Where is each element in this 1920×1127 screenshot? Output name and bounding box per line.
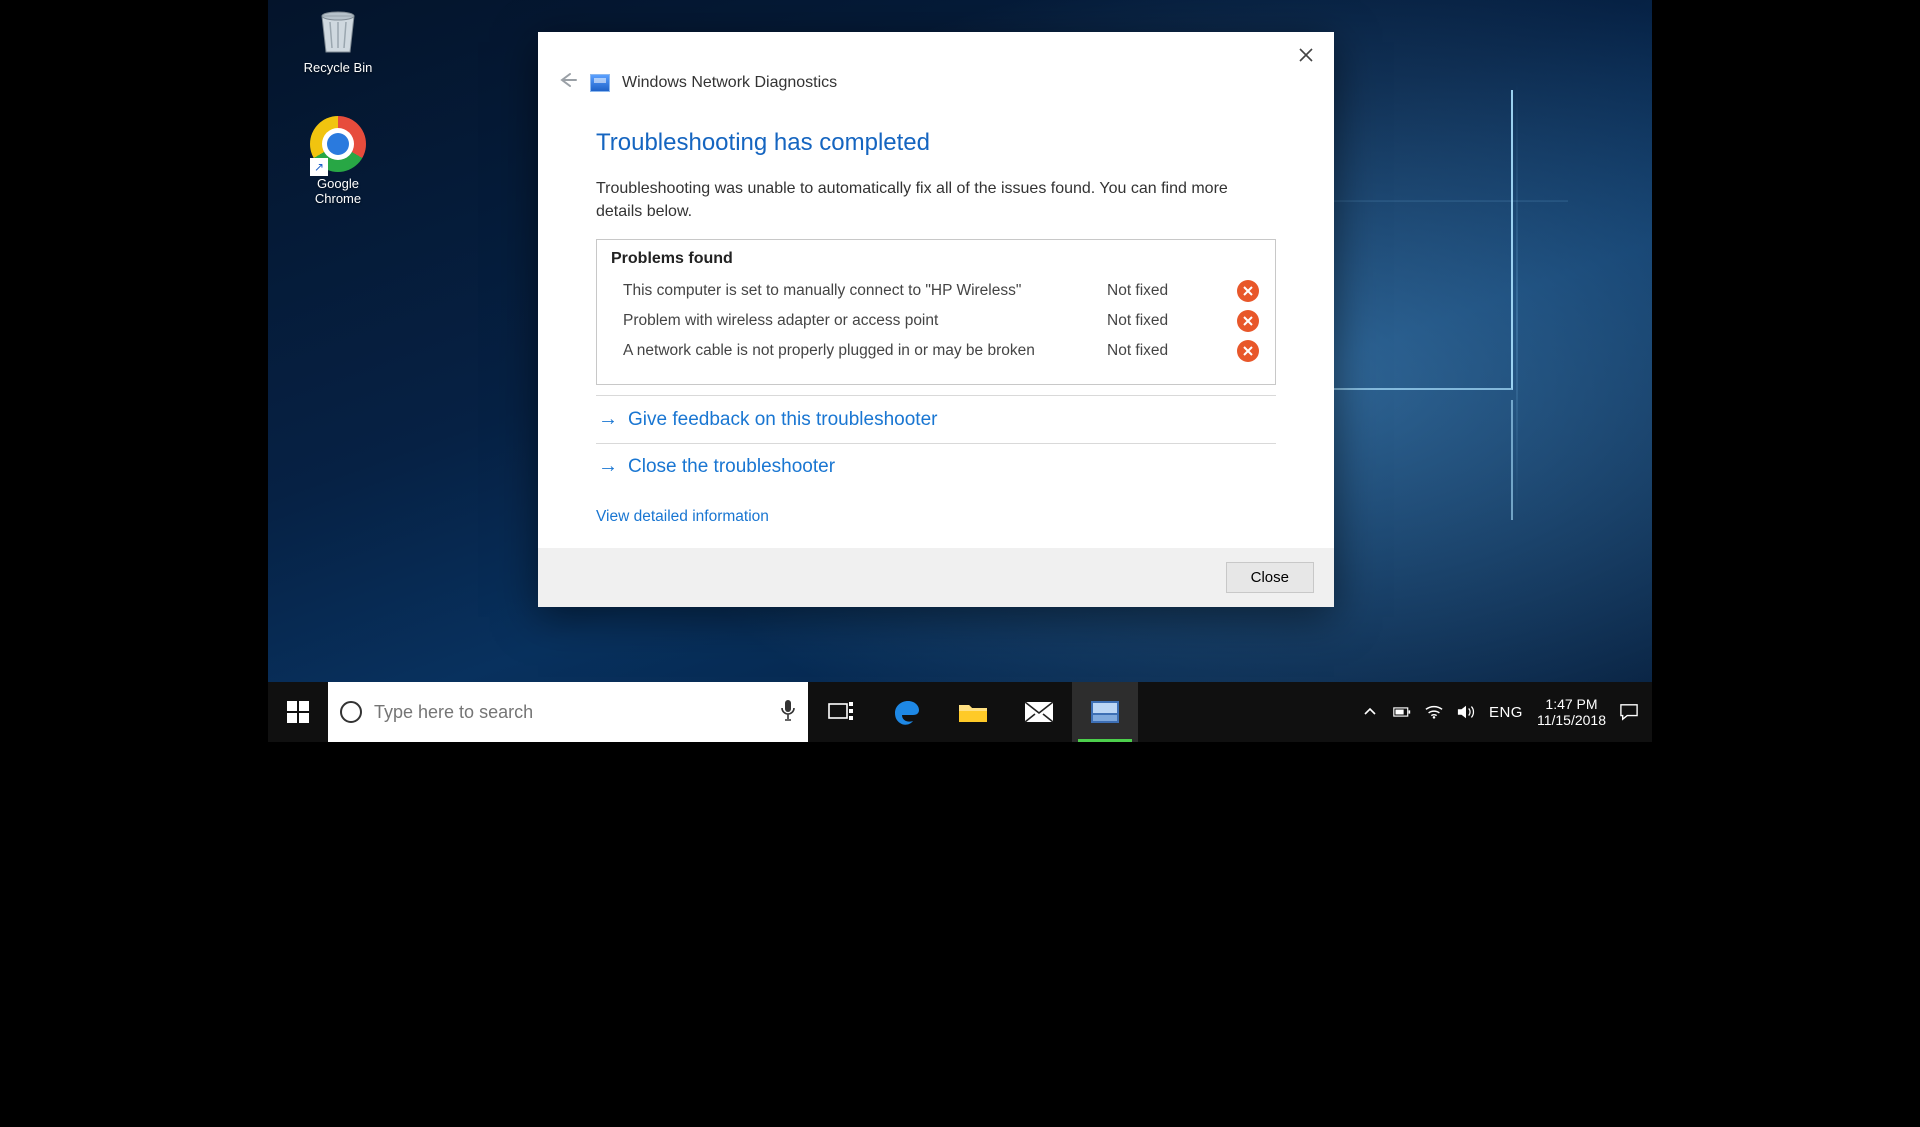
troubleshooter-app-icon <box>590 74 610 92</box>
taskbar-app-network-diagnostics[interactable] <box>1072 682 1138 742</box>
windows-logo-icon <box>287 701 309 723</box>
back-button[interactable] <box>558 72 578 93</box>
tray-expand-icon[interactable] <box>1361 703 1379 721</box>
battery-icon[interactable] <box>1393 703 1411 721</box>
shortcut-arrow-icon: ↗ <box>310 158 328 176</box>
problem-status: Not fixed <box>1107 282 1237 300</box>
error-icon <box>1237 340 1259 362</box>
system-tray: ENG 1:47 PM 11/15/2018 <box>1347 682 1652 742</box>
view-detailed-info-link[interactable]: View detailed information <box>596 508 1276 526</box>
link-label: Close the troubleshooter <box>628 456 835 478</box>
taskbar-clock[interactable]: 1:47 PM 11/15/2018 <box>1537 696 1606 728</box>
problem-description: A network cable is not properly plugged … <box>613 342 1107 360</box>
mail-icon <box>1024 701 1054 723</box>
arrow-right-icon: → <box>598 408 618 431</box>
problems-heading: Problems found <box>611 250 1261 268</box>
problem-status: Not fixed <box>1107 312 1237 330</box>
close-button[interactable]: Close <box>1226 562 1314 593</box>
close-icon <box>1299 48 1313 62</box>
search-input[interactable] <box>374 702 768 723</box>
back-arrow-icon <box>558 72 578 88</box>
taskbar: ENG 1:47 PM 11/15/2018 <box>268 682 1652 742</box>
edge-icon <box>892 697 922 727</box>
chrome-icon: ↗ <box>310 116 366 172</box>
dialog-lead-text: Troubleshooting was unable to automatica… <box>596 177 1276 223</box>
problem-row: Problem with wireless adapter or access … <box>611 306 1261 336</box>
problem-description: This computer is set to manually connect… <box>613 282 1107 300</box>
dialog-heading: Troubleshooting has completed <box>596 129 1276 157</box>
dialog-close-button[interactable] <box>1284 37 1328 73</box>
cortana-circle-icon <box>340 701 362 723</box>
give-feedback-link[interactable]: → Give feedback on this troubleshooter <box>596 395 1276 444</box>
language-indicator[interactable]: ENG <box>1489 704 1523 721</box>
action-center-icon[interactable] <box>1620 703 1638 721</box>
start-button[interactable] <box>268 682 328 742</box>
desktop-icon-label: Google Chrome <box>288 176 388 207</box>
problem-row: This computer is set to manually connect… <box>611 276 1261 306</box>
clock-date: 11/15/2018 <box>1537 712 1606 728</box>
error-icon <box>1237 280 1259 302</box>
task-view-button[interactable] <box>808 682 874 742</box>
close-troubleshooter-link[interactable]: → Close the troubleshooter <box>596 444 1276 488</box>
desktop-icon-label: Recycle Bin <box>288 60 388 76</box>
taskbar-app-mail[interactable] <box>1006 682 1072 742</box>
troubleshooter-app-icon <box>1090 700 1120 724</box>
error-icon <box>1237 310 1259 332</box>
taskbar-search[interactable] <box>328 682 808 742</box>
desktop-background[interactable]: Recycle Bin ↗ Google Chrome <box>268 0 1652 742</box>
desktop-icon-recycle-bin[interactable]: Recycle Bin <box>288 6 388 76</box>
microphone-icon[interactable] <box>780 699 796 726</box>
problem-status: Not fixed <box>1107 342 1237 360</box>
taskbar-app-file-explorer[interactable] <box>940 682 1006 742</box>
recycle-bin-icon <box>308 6 368 56</box>
problem-description: Problem with wireless adapter or access … <box>613 312 1107 330</box>
problems-found-box: Problems found This computer is set to m… <box>596 239 1276 385</box>
dialog-app-title: Windows Network Diagnostics <box>622 74 837 92</box>
desktop-icon-google-chrome[interactable]: ↗ Google Chrome <box>288 116 388 207</box>
troubleshooter-dialog: Windows Network Diagnostics Troubleshoot… <box>538 32 1334 607</box>
link-label: Give feedback on this troubleshooter <box>628 409 937 431</box>
arrow-right-icon: → <box>598 455 618 478</box>
folder-icon <box>958 699 988 725</box>
dialog-footer: Close <box>538 548 1334 607</box>
problem-row: A network cable is not properly plugged … <box>611 336 1261 366</box>
clock-time: 1:47 PM <box>1537 696 1606 712</box>
task-view-icon <box>828 701 854 723</box>
volume-icon[interactable] <box>1457 703 1475 721</box>
taskbar-app-edge[interactable] <box>874 682 940 742</box>
wifi-icon[interactable] <box>1425 703 1443 721</box>
